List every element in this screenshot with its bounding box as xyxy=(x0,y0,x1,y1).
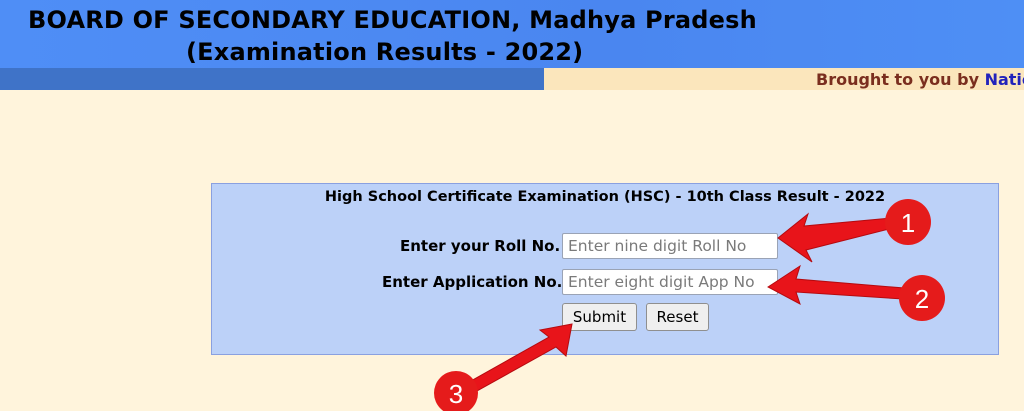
badge-3-number: 3 xyxy=(449,379,463,409)
form-title: High School Certificate Examination (HSC… xyxy=(324,189,886,205)
roll-number-input[interactable] xyxy=(562,233,778,259)
marquee-link[interactable]: Natio xyxy=(985,70,1024,89)
roll-number-label: Enter your Roll No. xyxy=(400,237,561,255)
site-header: BOARD OF SECONDARY EDUCATION, Madhya Pra… xyxy=(0,0,1024,68)
reset-button[interactable]: Reset xyxy=(646,303,709,331)
marquee-prefix: Brought to you by xyxy=(816,70,985,89)
header-band-left xyxy=(0,68,544,90)
header-title: BOARD OF SECONDARY EDUCATION, Madhya Pra… xyxy=(28,6,757,34)
marquee-text: Brought to you by Natio xyxy=(816,70,1024,89)
result-form-panel: High School Certificate Examination (HSC… xyxy=(211,183,999,355)
header-subtitle: (Examination Results - 2022) xyxy=(186,38,584,66)
annotation-badge-3: 3 xyxy=(434,371,478,411)
marquee-band: Brought to you by Natio xyxy=(544,68,1024,90)
submit-button[interactable]: Submit xyxy=(562,303,637,331)
application-number-label: Enter Application No. xyxy=(382,273,563,291)
application-number-input[interactable] xyxy=(562,269,778,295)
